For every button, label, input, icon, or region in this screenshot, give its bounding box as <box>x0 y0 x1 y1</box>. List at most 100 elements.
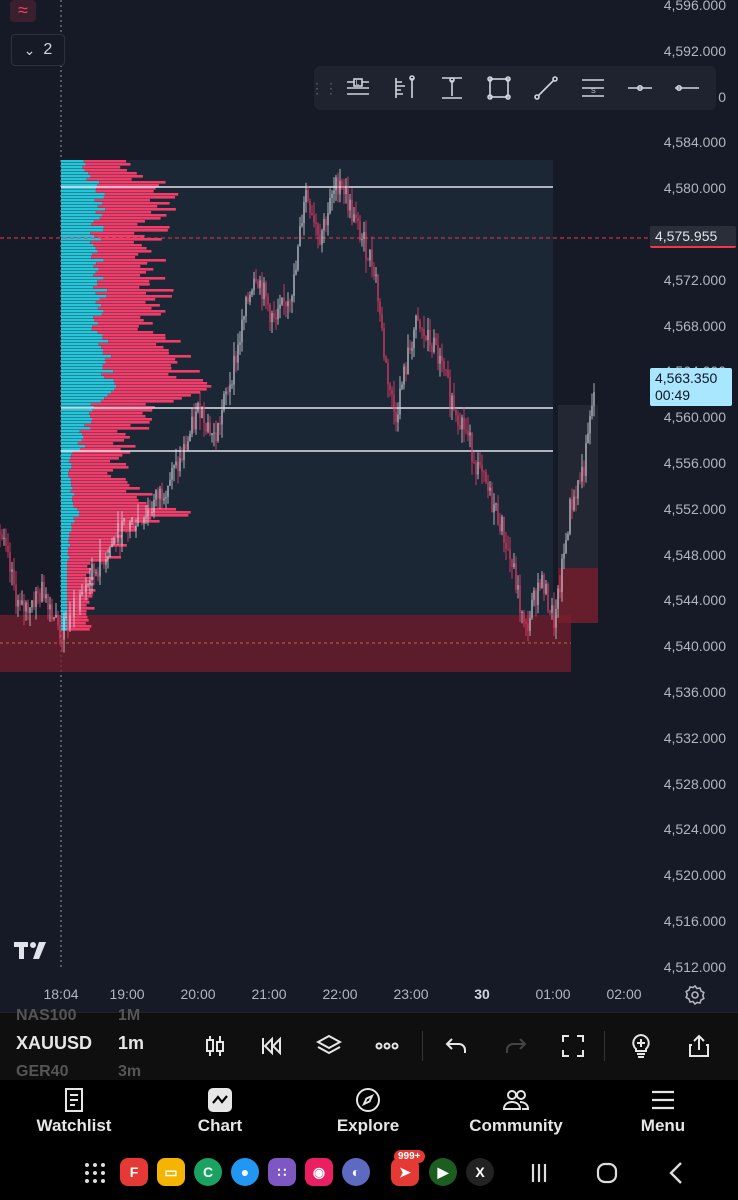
candle-body <box>261 280 263 300</box>
indicator-logo-icon[interactable]: ≈ <box>10 0 36 22</box>
candle-body <box>485 472 487 483</box>
replay-button[interactable] <box>255 1029 289 1063</box>
live-price-tag: 4,563.350 00:49 <box>650 368 732 406</box>
volume-bar-down <box>67 628 90 631</box>
app-flipboard-icon[interactable]: F <box>120 1158 148 1186</box>
time-axis-label: 30 <box>474 986 490 1002</box>
fib-tool[interactable]: S <box>569 66 616 110</box>
chart-canvas[interactable] <box>0 0 738 1012</box>
volume-bar-up <box>61 397 105 400</box>
candle-body <box>119 523 121 545</box>
volume-bar-up <box>61 490 71 493</box>
app-messages-icon[interactable]: ● <box>231 1158 259 1186</box>
volume-bar-up <box>61 196 104 199</box>
chart-area[interactable]: ≈ ⌄ 2 ⋮⋮ L S 4,596.000 4,592.000 0 4,584.00… <box>0 0 738 1012</box>
volume-bar-up <box>61 400 101 403</box>
tradingview-logo-icon <box>14 940 52 966</box>
trend-line-tool[interactable] <box>522 66 569 110</box>
candle-body <box>397 414 399 423</box>
drag-handle-icon[interactable]: ⋮⋮ <box>310 80 338 97</box>
price-axis-label: 4,560.000 <box>663 409 726 426</box>
app-player-icon[interactable]: ▶ <box>429 1158 457 1186</box>
volume-bar-down <box>113 379 204 382</box>
axis-settings-icon[interactable] <box>684 984 706 1006</box>
indicator-count: 2 <box>43 41 53 58</box>
candle-body <box>357 217 359 222</box>
candle-body <box>527 623 529 631</box>
candle-body <box>203 406 205 423</box>
candle-body <box>41 581 43 602</box>
volume-bar-down <box>67 589 96 592</box>
app-drawer-icon[interactable] <box>80 1158 110 1188</box>
back-icon[interactable] <box>662 1158 692 1188</box>
ray-tool[interactable] <box>616 66 663 110</box>
candles-icon <box>206 1036 224 1056</box>
undo-button[interactable] <box>440 1029 474 1063</box>
more-button[interactable] <box>370 1029 404 1063</box>
chart-type-button[interactable] <box>198 1029 232 1063</box>
volume-bar-up <box>61 277 104 280</box>
tab-explore[interactable]: Explore <box>313 1086 423 1136</box>
candle-body <box>399 388 401 415</box>
watchlist-symbol-next[interactable]: GER40 <box>16 1063 68 1081</box>
app-x-icon[interactable]: X <box>466 1158 494 1186</box>
horizontal-line-tool[interactable] <box>663 66 710 110</box>
volume-bar-down <box>71 463 127 466</box>
volume-bar-up <box>61 382 115 385</box>
ideas-button[interactable] <box>624 1029 658 1063</box>
home-icon[interactable] <box>592 1158 622 1188</box>
redo-button[interactable] <box>498 1029 532 1063</box>
candle-body <box>569 499 571 534</box>
volume-bar-up <box>61 433 83 436</box>
candle-body <box>205 422 207 432</box>
candle-body <box>51 604 53 619</box>
fullscreen-button[interactable] <box>556 1029 590 1063</box>
candle-body <box>577 480 579 499</box>
volume-bar-up <box>61 442 78 445</box>
tab-community[interactable]: Community <box>461 1086 571 1136</box>
tab-label: Watchlist <box>36 1116 112 1135</box>
app-shortcuts-icon[interactable]: ∷ <box>268 1158 296 1186</box>
volume-bar-up <box>61 565 67 568</box>
candle-body <box>337 177 339 195</box>
share-button[interactable] <box>682 1029 716 1063</box>
volume-bar-down <box>98 343 157 346</box>
app-c-icon[interactable]: C <box>194 1158 222 1186</box>
layers-button[interactable] <box>312 1029 346 1063</box>
candle-body <box>463 417 465 430</box>
tab-chart[interactable]: Chart <box>165 1086 275 1136</box>
candle-body <box>217 422 219 442</box>
volume-bar-up <box>61 337 103 340</box>
tab-watchlist[interactable]: Watchlist <box>19 1086 129 1136</box>
volume-bar-up <box>61 322 98 325</box>
rectangle-tool[interactable] <box>475 66 522 110</box>
app-camera-icon[interactable]: ◉ <box>305 1158 333 1186</box>
volume-bar-down <box>82 433 126 436</box>
candle-body <box>421 328 423 330</box>
watchlist-symbol-prev[interactable]: NAS100 <box>16 1007 76 1025</box>
tab-menu[interactable]: Menu <box>608 1086 718 1136</box>
candle-body <box>263 282 265 300</box>
volume-bar-down <box>80 448 121 451</box>
indicators-collapse-button[interactable]: ⌄ 2 <box>11 34 65 66</box>
price-axis-label: 4,572.000 <box>663 271 726 288</box>
volume-bar-down <box>107 289 174 292</box>
volume-bar-up <box>61 160 84 163</box>
symbol-selector[interactable]: XAUUSD <box>16 1033 92 1054</box>
candle-body <box>537 582 539 606</box>
volume-bar-down <box>71 454 123 457</box>
candle-body <box>135 525 137 531</box>
recents-icon[interactable] <box>524 1158 554 1188</box>
volume-bar-down <box>103 376 177 379</box>
app-files-icon[interactable]: ▭ <box>157 1158 185 1186</box>
volume-profile-tool[interactable] <box>381 66 428 110</box>
app-internet-icon[interactable]: ◐ <box>342 1158 370 1186</box>
long-position-tool[interactable]: L <box>334 66 381 110</box>
candle-body <box>301 223 303 227</box>
volume-bar-down <box>111 355 191 358</box>
volume-bar-down <box>93 286 140 289</box>
candle-body <box>351 199 353 222</box>
volume-bar-up <box>61 394 108 397</box>
price-range-tool[interactable] <box>428 66 475 110</box>
interval-selector[interactable]: 1m <box>118 1033 144 1054</box>
